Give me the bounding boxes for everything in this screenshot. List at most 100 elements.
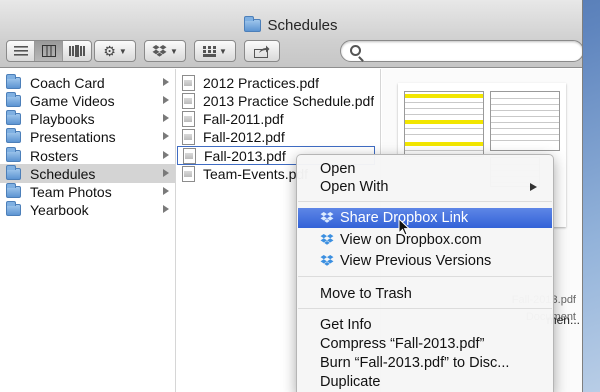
folder-item-label: Schedules — [30, 165, 96, 182]
chevron-down-icon: ▼ — [219, 46, 227, 56]
disclosure-arrow-icon — [163, 132, 169, 140]
list-icon — [13, 46, 28, 56]
folder-icon — [6, 109, 21, 125]
menu-item-compress[interactable]: Compress “Fall-2013.pdf” — [298, 334, 552, 354]
context-menu: Open Open With Share Dropbox Link View o… — [296, 154, 554, 392]
pdf-file-icon — [183, 147, 196, 164]
chevron-down-icon: ▼ — [118, 46, 127, 56]
menu-item-open[interactable]: Open — [298, 159, 552, 179]
schedule-table-graphic — [404, 91, 484, 157]
cover-flow-icon — [69, 45, 85, 57]
cover-flow-view-button[interactable] — [63, 41, 91, 61]
menu-separator — [298, 201, 552, 202]
file-item[interactable]: Fall-2011.pdf — [176, 109, 380, 128]
folder-icon — [6, 182, 21, 198]
menu-item-label: Move to Trash — [320, 286, 412, 302]
file-item[interactable]: Fall-2012.pdf — [176, 127, 380, 146]
folder-icon — [244, 16, 262, 32]
menu-item-duplicate[interactable]: Duplicate — [298, 372, 552, 392]
action-button[interactable]: ⚙ ▼ — [94, 40, 136, 62]
folder-item-label: Presentations — [30, 128, 116, 145]
menu-item-label: Burn “Fall-2013.pdf” to Disc... — [320, 355, 510, 371]
search-icon — [350, 45, 361, 56]
menu-item-share-dropbox-link[interactable]: Share Dropbox Link — [298, 208, 552, 228]
pdf-file-icon — [182, 165, 195, 182]
search-field[interactable] — [340, 40, 582, 62]
folder-item-label: Game Videos — [30, 92, 115, 109]
folder-icon — [6, 73, 21, 89]
folder-item-label: Yearbook — [30, 201, 89, 218]
gear-icon: ⚙ — [103, 42, 116, 59]
menu-item-open-with[interactable]: Open With — [298, 177, 552, 197]
folder-icon — [6, 91, 21, 107]
folder-item-yearbook[interactable]: Yearbook — [0, 200, 175, 219]
folder-item-schedules[interactable]: Schedules — [0, 164, 175, 183]
folder-item-game-videos[interactable]: Game Videos — [0, 91, 175, 110]
arrange-button[interactable]: ▼ — [194, 40, 236, 62]
disclosure-arrow-icon — [163, 169, 169, 177]
menu-separator — [298, 276, 552, 277]
pdf-file-icon — [182, 110, 195, 127]
folder-item-label: Rosters — [30, 147, 79, 164]
menu-item-get-info[interactable]: Get Info — [298, 315, 552, 335]
disclosure-arrow-icon — [163, 187, 169, 195]
title-bar: Schedules ⚙ ▼ ▼ ▼ — [0, 0, 582, 68]
dropbox-icon — [152, 44, 167, 57]
disclosure-arrow-icon — [163, 114, 169, 122]
folder-item-presentations[interactable]: Presentations — [0, 127, 175, 146]
submenu-arrow-icon — [530, 183, 537, 191]
file-item-label: 2012 Practices.pdf — [203, 74, 319, 91]
search-input[interactable] — [367, 43, 567, 59]
team-table-graphic — [490, 91, 560, 151]
menu-separator — [298, 308, 552, 309]
file-item-label: Fall-2012.pdf — [203, 128, 285, 145]
menu-item-view-on-dropbox[interactable]: View on Dropbox.com — [298, 230, 552, 250]
share-button[interactable] — [244, 40, 280, 62]
view-switcher — [6, 40, 92, 62]
folder-icon — [6, 146, 21, 162]
disclosure-arrow-icon — [163, 78, 169, 86]
chevron-down-icon: ▼ — [170, 46, 178, 56]
folder-item-team-photos[interactable]: Team Photos — [0, 182, 175, 201]
menu-item-label: Get Info — [320, 317, 372, 333]
folder-icon — [6, 164, 21, 180]
pdf-file-icon — [182, 92, 195, 109]
pdf-file-icon — [182, 74, 195, 91]
dropbox-menu-button[interactable]: ▼ — [144, 40, 186, 62]
menu-item-label: Open — [320, 161, 356, 177]
folder-item-coach-card[interactable]: Coach Card — [0, 73, 175, 92]
pdf-file-icon — [182, 128, 195, 145]
disclosure-arrow-icon — [163, 151, 169, 159]
folder-item-playbooks[interactable]: Playbooks — [0, 109, 175, 128]
folder-icon — [6, 200, 21, 216]
toolbar: ⚙ ▼ ▼ ▼ — [6, 40, 582, 62]
file-item[interactable]: 2012 Practices.pdf — [176, 73, 380, 92]
disclosure-arrow-icon — [163, 205, 169, 213]
file-item[interactable]: 2013 Practice Schedule.pdf — [176, 91, 380, 110]
file-item-label: Fall-2013.pdf — [204, 147, 286, 164]
folder-item-label: Playbooks — [30, 110, 95, 127]
dropbox-icon — [320, 212, 334, 224]
file-item-label: 2013 Practice Schedule.pdf — [203, 92, 375, 109]
menu-item-move-to-trash[interactable]: Move to Trash — [298, 284, 552, 304]
dropbox-icon — [320, 234, 334, 246]
file-item-label: Fall-2011.pdf — [203, 110, 284, 127]
share-icon — [254, 45, 270, 58]
window-title: Schedules — [0, 16, 582, 34]
menu-item-burn-to-disc[interactable]: Burn “Fall-2013.pdf” to Disc... — [298, 353, 552, 373]
menu-item-label: View on Dropbox.com — [340, 232, 482, 248]
mouse-pointer-icon — [398, 218, 410, 236]
file-item-label: Team-Events.pdf — [203, 165, 309, 182]
column-view-button[interactable] — [35, 41, 63, 61]
menu-item-view-previous-versions[interactable]: View Previous Versions — [298, 251, 552, 271]
icon-view-button[interactable] — [7, 41, 35, 61]
menu-item-label: Duplicate — [320, 374, 381, 390]
folder-item-label: Coach Card — [30, 74, 105, 91]
disclosure-arrow-icon — [163, 96, 169, 104]
menu-item-label: View Previous Versions — [340, 253, 492, 269]
folder-item-rosters[interactable]: Rosters — [0, 146, 175, 165]
menu-item-label: Open With — [320, 179, 389, 195]
grid-icon — [203, 45, 217, 57]
parent-folder-column: Coach Card Game Videos Playbooks Present… — [0, 69, 176, 392]
window-title-text: Schedules — [267, 17, 338, 34]
